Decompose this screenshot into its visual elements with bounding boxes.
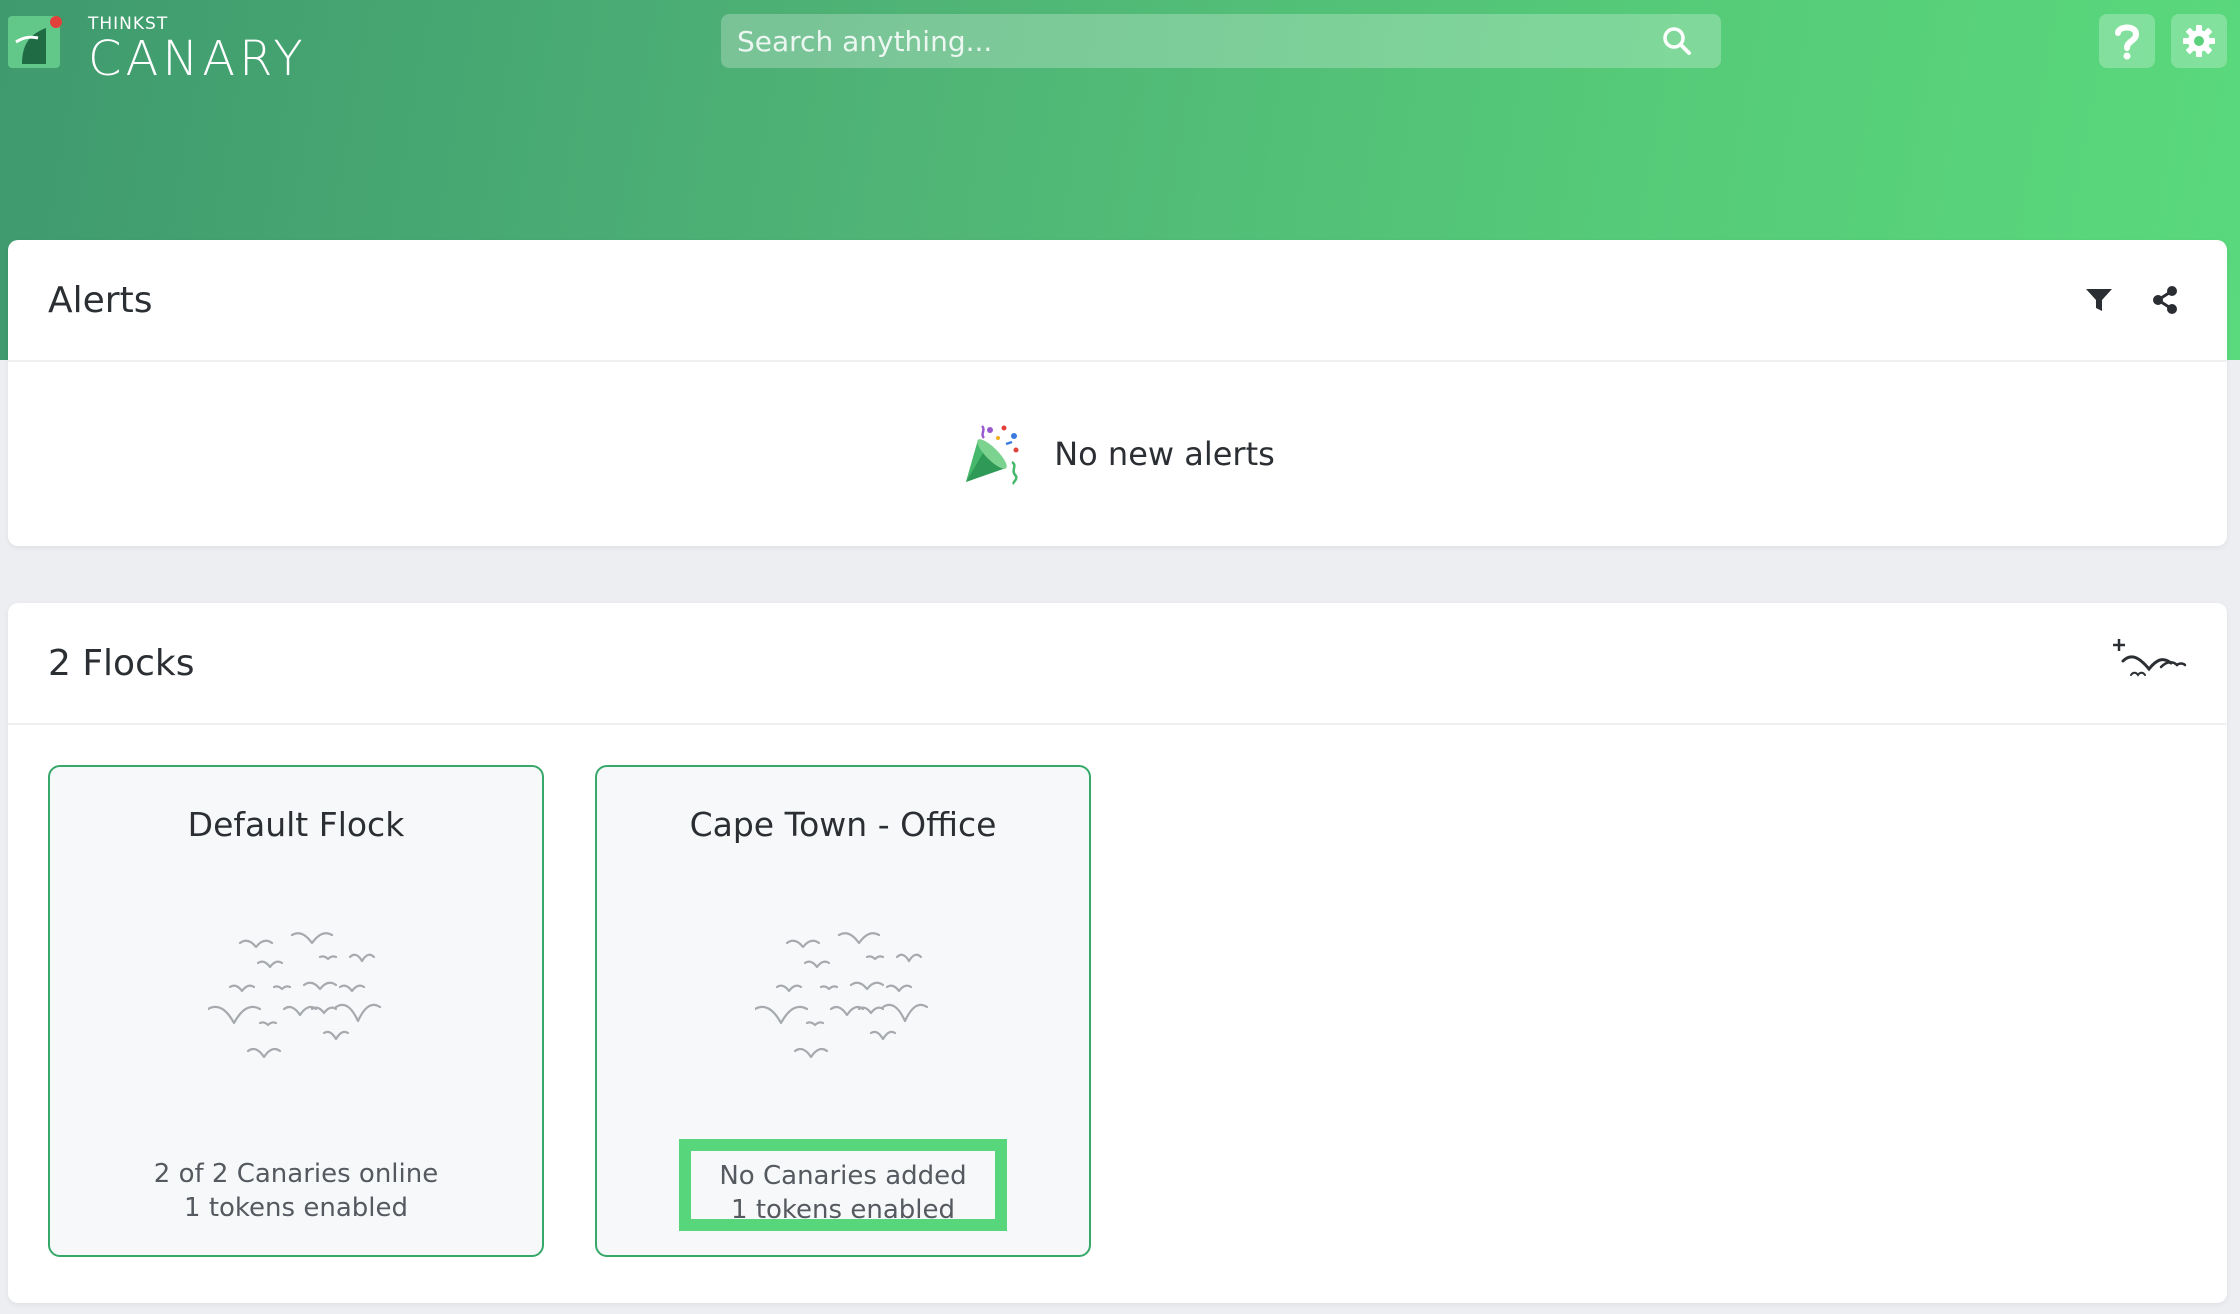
share-icon[interactable] (2143, 278, 2187, 322)
add-flock-icon[interactable] (2113, 637, 2187, 689)
question-mark-icon (2115, 24, 2140, 60)
flock-tokens-status: 1 tokens enabled (184, 1193, 408, 1223)
flock-status: 2 of 2 Canaries online 1 tokens enabled (50, 1157, 542, 1225)
party-popper-icon (966, 425, 1019, 485)
help-button[interactable] (2099, 14, 2155, 68)
alerts-card: Alerts No new alerts (8, 240, 2227, 546)
alerts-title: Alerts (48, 279, 153, 321)
flock-tile-cape-town[interactable]: Cape Town - Office No Canaries added 1 t… (595, 765, 1091, 1257)
alerts-empty-state: No new alerts (8, 362, 2227, 546)
birds-icon (755, 932, 929, 1059)
flock-canaries-status: 2 of 2 Canaries online (153, 1159, 439, 1189)
gear-icon (2183, 25, 2215, 57)
flock-name: Cape Town - Office (689, 805, 997, 844)
search-bar (721, 14, 1721, 68)
flock-tokens-status: 1 tokens enabled (731, 1195, 955, 1225)
no-alerts-message: No new alerts (1054, 435, 1275, 473)
flocks-title: 2 Flocks (48, 642, 195, 684)
search-icon[interactable] (1657, 21, 1697, 61)
flock-name: Default Flock (187, 805, 405, 844)
flock-status-highlight: No Canaries added 1 tokens enabled (679, 1139, 1007, 1231)
search-input[interactable] (721, 14, 1657, 68)
filter-icon[interactable] (2077, 278, 2121, 322)
canary-logo[interactable]: THINKST CANARY (8, 14, 307, 83)
settings-button[interactable] (2171, 14, 2227, 68)
brand-name: CANARY (88, 31, 307, 87)
birds-icon (208, 932, 382, 1059)
flock-canaries-status: No Canaries added (719, 1161, 967, 1191)
flocks-header: 2 Flocks (8, 603, 2227, 725)
canary-logo-icon (8, 14, 64, 70)
flocks-card: 2 Flocks Default Flock 2 of 2 Canaries o… (8, 603, 2227, 1303)
flock-tile-default[interactable]: Default Flock 2 of 2 Canaries online 1 t… (48, 765, 544, 1257)
alerts-header: Alerts (8, 240, 2227, 362)
